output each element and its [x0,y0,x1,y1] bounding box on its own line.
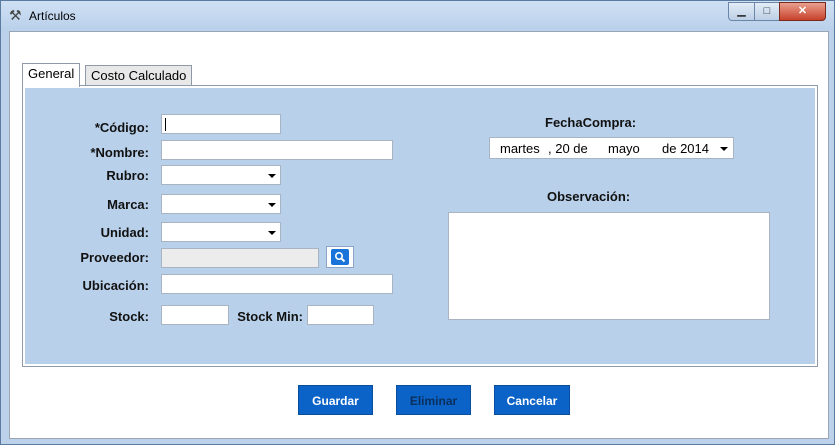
unidad-select[interactable] [161,222,281,242]
marca-label: Marca: [107,197,149,212]
eliminar-button[interactable]: Eliminar [396,385,471,415]
date-month: mayo [608,141,640,156]
tools-icon: ⚒ [9,7,22,23]
search-icon [331,249,349,265]
marca-select[interactable] [161,194,281,214]
stock-label: Stock: [109,309,149,324]
tab-costo-calculado[interactable]: Costo Calculado [85,65,193,87]
proveedor-search-button[interactable] [326,246,354,268]
maximize-button[interactable]: □ [754,2,780,21]
general-panel: *Código: *Nombre: Rubro: Marca: Unidad: … [25,88,815,364]
nombre-label: *Nombre: [90,145,149,160]
ubicacion-label: Ubicación: [82,278,149,293]
date-day: , 20 de [548,141,588,156]
minimize-button[interactable]: ▁ [728,2,755,21]
rubro-select[interactable] [161,165,281,185]
unidad-label: Unidad: [100,225,149,240]
nombre-input[interactable] [161,140,393,160]
fecha-compra-picker[interactable]: martes , 20 de mayo de 2014 [489,137,734,159]
tab-panel: *Código: *Nombre: Rubro: Marca: Unidad: … [22,85,818,367]
stock-min-input[interactable] [307,305,374,325]
ubicacion-input[interactable] [161,274,393,294]
codigo-input[interactable] [161,114,281,134]
chevron-down-icon [268,231,276,235]
window-title: Artículos [29,9,76,23]
close-button[interactable]: ✕ [779,2,826,21]
proveedor-input [161,248,319,268]
title-bar[interactable]: ⚒ Artículos ▁ □ ✕ [1,1,834,31]
chevron-down-icon [268,203,276,207]
proveedor-label: Proveedor: [80,250,149,265]
rubro-label: Rubro: [106,168,149,183]
tab-general[interactable]: General [22,63,81,87]
stock-input[interactable] [161,305,229,325]
articulos-window: ⚒ Artículos ▁ □ ✕ General Costo Calculad… [0,0,835,445]
observacion-label: Observación: [547,189,631,204]
observacion-textarea[interactable] [448,212,770,320]
guardar-button[interactable]: Guardar [298,385,373,415]
fecha-compra-label: FechaCompra: [545,115,637,130]
chevron-down-icon [268,174,276,178]
stock-min-label: Stock Min: [237,309,303,324]
cancelar-button[interactable]: Cancelar [494,385,570,415]
codigo-label: *Código: [94,120,149,135]
client-area: General Costo Calculado *Código: *Nombre… [9,31,829,439]
chevron-down-icon [720,147,728,151]
date-weekday: martes [500,141,540,156]
date-year: de 2014 [662,141,709,156]
